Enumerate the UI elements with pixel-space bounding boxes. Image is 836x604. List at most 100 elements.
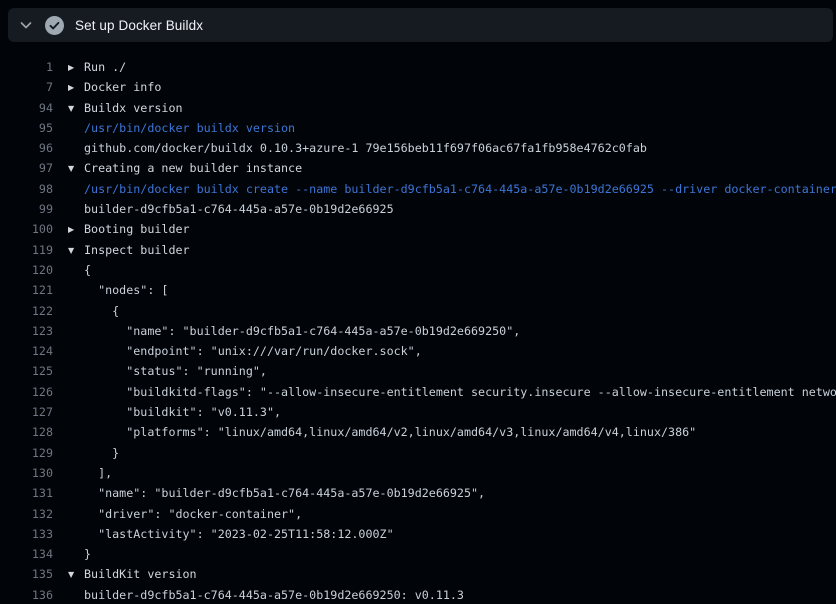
output-text: "name": "builder-d9cfb5a1-c764-445a-a57e… bbox=[68, 321, 520, 341]
actions-log-viewer: Set up Docker Buildx 1▶Run ./7▶Docker in… bbox=[0, 0, 836, 604]
expand-triangle-icon: ▶ bbox=[68, 58, 84, 77]
output-text: ], bbox=[68, 463, 112, 483]
output-text: "lastActivity": "2023-02-25T11:58:12.000… bbox=[68, 524, 394, 544]
line-number[interactable]: 129 bbox=[0, 443, 53, 463]
log-line: 126 "buildkitd-flags": "--allow-insecure… bbox=[0, 382, 836, 402]
group-label: Run ./ bbox=[84, 60, 126, 74]
log-line: 98/usr/bin/docker buildx create --name b… bbox=[0, 179, 836, 199]
log-group-row: 100 ▶Booting builder bbox=[0, 219, 836, 239]
log-line: 130 ], bbox=[0, 463, 836, 483]
log-line: 128 "platforms": "linux/amd64,linux/amd6… bbox=[0, 422, 836, 442]
log-line: 127 "buildkit": "v0.11.3", bbox=[0, 402, 836, 422]
log-group-row: 119 ▼Inspect builder bbox=[0, 240, 836, 260]
group-toggle[interactable]: ▼Creating a new builder instance bbox=[68, 158, 302, 178]
log-line: 131 "name": "builder-d9cfb5a1-c764-445a-… bbox=[0, 483, 836, 503]
line-number[interactable]: 132 bbox=[0, 504, 53, 524]
line-number[interactable]: 126 bbox=[0, 382, 53, 402]
line-number[interactable]: 99 bbox=[0, 199, 53, 219]
line-number[interactable]: 7 bbox=[0, 77, 53, 97]
check-circle-icon bbox=[45, 16, 64, 35]
command-text: /usr/bin/docker buildx version bbox=[68, 118, 295, 138]
line-number[interactable]: 100 bbox=[0, 219, 53, 239]
line-number[interactable]: 124 bbox=[0, 341, 53, 361]
chevron-down-icon[interactable] bbox=[18, 17, 34, 33]
output-text: } bbox=[68, 544, 91, 564]
step-header[interactable]: Set up Docker Buildx bbox=[8, 8, 833, 42]
group-label: BuildKit version bbox=[84, 567, 197, 581]
group-label: Docker info bbox=[84, 80, 161, 94]
line-number[interactable]: 123 bbox=[0, 321, 53, 341]
log-line: 121 "nodes": [ bbox=[0, 280, 836, 300]
line-number[interactable]: 125 bbox=[0, 361, 53, 381]
group-label: Creating a new builder instance bbox=[84, 161, 302, 175]
output-text: "status": "running", bbox=[68, 361, 267, 381]
log-line: 133 "lastActivity": "2023-02-25T11:58:12… bbox=[0, 524, 836, 544]
output-text: github.com/docker/buildx 0.10.3+azure-1 … bbox=[68, 138, 647, 158]
output-text: "buildkitd-flags": "--allow-insecure-ent… bbox=[68, 382, 836, 402]
collapse-triangle-icon: ▼ bbox=[68, 99, 84, 118]
log-line: 129 } bbox=[0, 443, 836, 463]
output-text: builder-d9cfb5a1-c764-445a-a57e-0b19d2e6… bbox=[68, 199, 394, 219]
line-number[interactable]: 135 bbox=[0, 564, 53, 584]
line-number[interactable]: 94 bbox=[0, 98, 53, 118]
log-line: 96 github.com/docker/buildx 0.10.3+azure-… bbox=[0, 138, 836, 158]
log-group-row: 94 ▼Buildx version bbox=[0, 98, 836, 118]
log-line: 132 "driver": "docker-container", bbox=[0, 504, 836, 524]
line-number[interactable]: 128 bbox=[0, 422, 53, 442]
expand-triangle-icon: ▶ bbox=[68, 78, 84, 97]
collapse-triangle-icon: ▼ bbox=[68, 565, 84, 584]
log-line: 120 { bbox=[0, 260, 836, 280]
log-line: 124 "endpoint": "unix:///var/run/docker.… bbox=[0, 341, 836, 361]
expand-triangle-icon: ▶ bbox=[68, 220, 84, 239]
output-text: builder-d9cfb5a1-c764-445a-a57e-0b19d2e6… bbox=[68, 585, 464, 604]
output-text: "nodes": [ bbox=[68, 280, 168, 300]
line-number[interactable]: 98 bbox=[0, 179, 53, 199]
line-number[interactable]: 95 bbox=[0, 118, 53, 138]
line-number[interactable]: 1 bbox=[0, 57, 53, 77]
group-toggle[interactable]: ▶Run ./ bbox=[68, 57, 126, 77]
log-lines: 1▶Run ./7▶Docker info94▼Buildx version95… bbox=[0, 57, 836, 604]
line-number[interactable]: 97 bbox=[0, 158, 53, 178]
line-number[interactable]: 127 bbox=[0, 402, 53, 422]
collapse-triangle-icon: ▼ bbox=[68, 159, 84, 178]
log-group-row: 135 ▼BuildKit version bbox=[0, 564, 836, 584]
log-line: 136 builder-d9cfb5a1-c764-445a-a57e-0b19d… bbox=[0, 585, 836, 604]
line-number[interactable]: 131 bbox=[0, 483, 53, 503]
output-text: } bbox=[68, 443, 119, 463]
log-line: 125 "status": "running", bbox=[0, 361, 836, 381]
line-number[interactable]: 121 bbox=[0, 280, 53, 300]
log-line: 134} bbox=[0, 544, 836, 564]
line-number[interactable]: 133 bbox=[0, 524, 53, 544]
collapse-triangle-icon: ▼ bbox=[68, 241, 84, 260]
line-number[interactable]: 119 bbox=[0, 240, 53, 260]
group-toggle[interactable]: ▶Booting builder bbox=[68, 219, 190, 239]
output-text: "endpoint": "unix:///var/run/docker.sock… bbox=[68, 341, 422, 361]
group-toggle[interactable]: ▶Docker info bbox=[68, 77, 161, 97]
log-group-row: 97 ▼Creating a new builder instance bbox=[0, 158, 836, 178]
group-toggle[interactable]: ▼BuildKit version bbox=[68, 564, 197, 584]
log-line: 123 "name": "builder-d9cfb5a1-c764-445a-… bbox=[0, 321, 836, 341]
line-number[interactable]: 136 bbox=[0, 585, 53, 604]
group-label: Buildx version bbox=[84, 101, 183, 115]
log-line: 122 { bbox=[0, 301, 836, 321]
log-line: 95/usr/bin/docker buildx version bbox=[0, 118, 836, 138]
log-group-row: 7 ▶Docker info bbox=[0, 77, 836, 97]
line-number[interactable]: 96 bbox=[0, 138, 53, 158]
output-text: "platforms": "linux/amd64,linux/amd64/v2… bbox=[68, 422, 696, 442]
group-label: Booting builder bbox=[84, 222, 190, 236]
output-text: "buildkit": "v0.11.3", bbox=[68, 402, 281, 422]
line-number[interactable]: 130 bbox=[0, 463, 53, 483]
group-label: Inspect builder bbox=[84, 243, 190, 257]
output-text: { bbox=[68, 301, 119, 321]
log-line: 99 builder-d9cfb5a1-c764-445a-a57e-0b19d2… bbox=[0, 199, 836, 219]
group-toggle[interactable]: ▼Buildx version bbox=[68, 98, 183, 118]
line-number[interactable]: 134 bbox=[0, 544, 53, 564]
command-text: /usr/bin/docker buildx create --name bui… bbox=[68, 179, 836, 199]
line-number[interactable]: 122 bbox=[0, 301, 53, 321]
output-text: "name": "builder-d9cfb5a1-c764-445a-a57e… bbox=[68, 483, 485, 503]
log-group-row: 1 ▶Run ./ bbox=[0, 57, 836, 77]
line-number[interactable]: 120 bbox=[0, 260, 53, 280]
output-text: { bbox=[68, 260, 91, 280]
group-toggle[interactable]: ▼Inspect builder bbox=[68, 240, 190, 260]
output-text: "driver": "docker-container", bbox=[68, 504, 302, 524]
